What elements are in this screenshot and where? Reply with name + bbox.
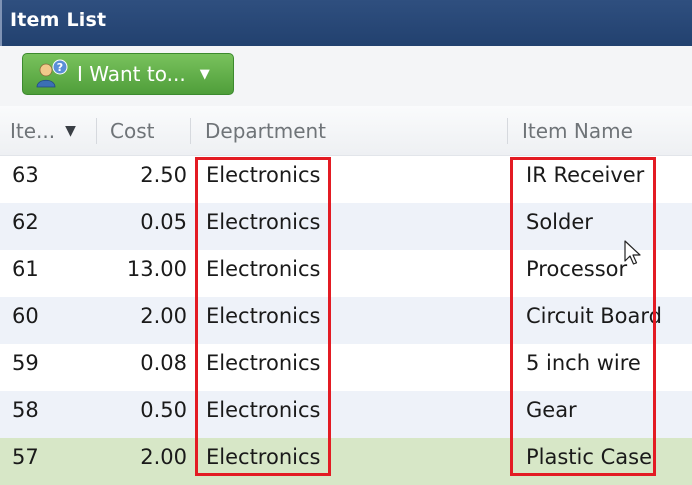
cell-id: 60 — [12, 304, 39, 328]
caret-down-icon: ▼ — [199, 66, 210, 82]
sort-descending-icon: ▼ — [65, 123, 76, 139]
cell-item-name: IR Receiver — [526, 163, 645, 187]
column-header-item-name[interactable]: Item Name — [522, 106, 692, 156]
column-header-department-label: Department — [205, 119, 327, 143]
cell-department: Electronics — [206, 257, 321, 281]
column-header-id-label: Ite... — [10, 119, 56, 143]
grid-header: Ite... ▼ Cost Department Item Name — [0, 106, 692, 156]
i-want-to-label: I Want to... — [77, 62, 186, 86]
cell-item-name: Plastic Case — [526, 445, 652, 469]
cell-item-name: Solder — [526, 210, 593, 234]
table-row[interactable]: 59 0.08 Electronics 5 inch wire — [0, 344, 692, 391]
column-header-department[interactable]: Department — [205, 106, 505, 156]
cell-cost: 0.08 — [140, 351, 187, 375]
cell-id: 57 — [12, 445, 39, 469]
cell-item-name: Gear — [526, 398, 577, 422]
i-want-to-menu-button[interactable]: ? I Want to... ▼ — [22, 53, 234, 95]
column-divider[interactable] — [96, 118, 97, 144]
cell-id: 61 — [12, 257, 39, 281]
cell-cost: 2.00 — [140, 304, 187, 328]
column-header-id[interactable]: Ite... ▼ — [10, 106, 94, 156]
cell-department: Electronics — [206, 445, 321, 469]
cell-id: 62 — [12, 210, 39, 234]
cell-item-name: 5 inch wire — [526, 351, 641, 375]
cell-cost: 2.00 — [140, 445, 187, 469]
cell-id: 58 — [12, 398, 39, 422]
window-titlebar: Item List — [0, 0, 692, 46]
cell-cost: 0.05 — [140, 210, 187, 234]
cell-item-name: Processor — [526, 257, 628, 281]
cell-cost: 0.50 — [140, 398, 187, 422]
column-divider[interactable] — [507, 118, 508, 144]
column-header-item-name-label: Item Name — [522, 119, 633, 143]
cell-id: 63 — [12, 163, 39, 187]
cell-department: Electronics — [206, 163, 321, 187]
cell-id: 59 — [12, 351, 39, 375]
cell-item-name: Circuit Board — [526, 304, 662, 328]
cell-department: Electronics — [206, 304, 321, 328]
table-row[interactable]: 61 13.00 Electronics Processor — [0, 250, 692, 297]
cell-department: Electronics — [206, 351, 321, 375]
svg-text:?: ? — [57, 61, 63, 74]
column-header-cost-label: Cost — [110, 119, 155, 143]
cell-department: Electronics — [206, 210, 321, 234]
mouse-pointer-icon — [624, 240, 642, 272]
users-question-icon: ? — [35, 59, 69, 89]
table-row[interactable]: 62 0.05 Electronics Solder — [0, 203, 692, 250]
grid-body: 63 2.50 Electronics IR Receiver 62 0.05 … — [0, 156, 692, 485]
window-title: Item List — [10, 9, 107, 31]
column-divider[interactable] — [190, 118, 191, 144]
table-row-selected[interactable]: 57 2.00 Electronics Plastic Case — [0, 438, 692, 485]
toolbar: ? I Want to... ▼ — [0, 46, 692, 106]
cell-department: Electronics — [206, 398, 321, 422]
column-header-cost[interactable]: Cost — [110, 106, 190, 156]
table-row[interactable]: 60 2.00 Electronics Circuit Board — [0, 297, 692, 344]
table-row[interactable]: 58 0.50 Electronics Gear — [0, 391, 692, 438]
table-row[interactable]: 63 2.50 Electronics IR Receiver — [0, 156, 692, 203]
cell-cost: 2.50 — [140, 163, 187, 187]
cell-cost: 13.00 — [126, 257, 187, 281]
